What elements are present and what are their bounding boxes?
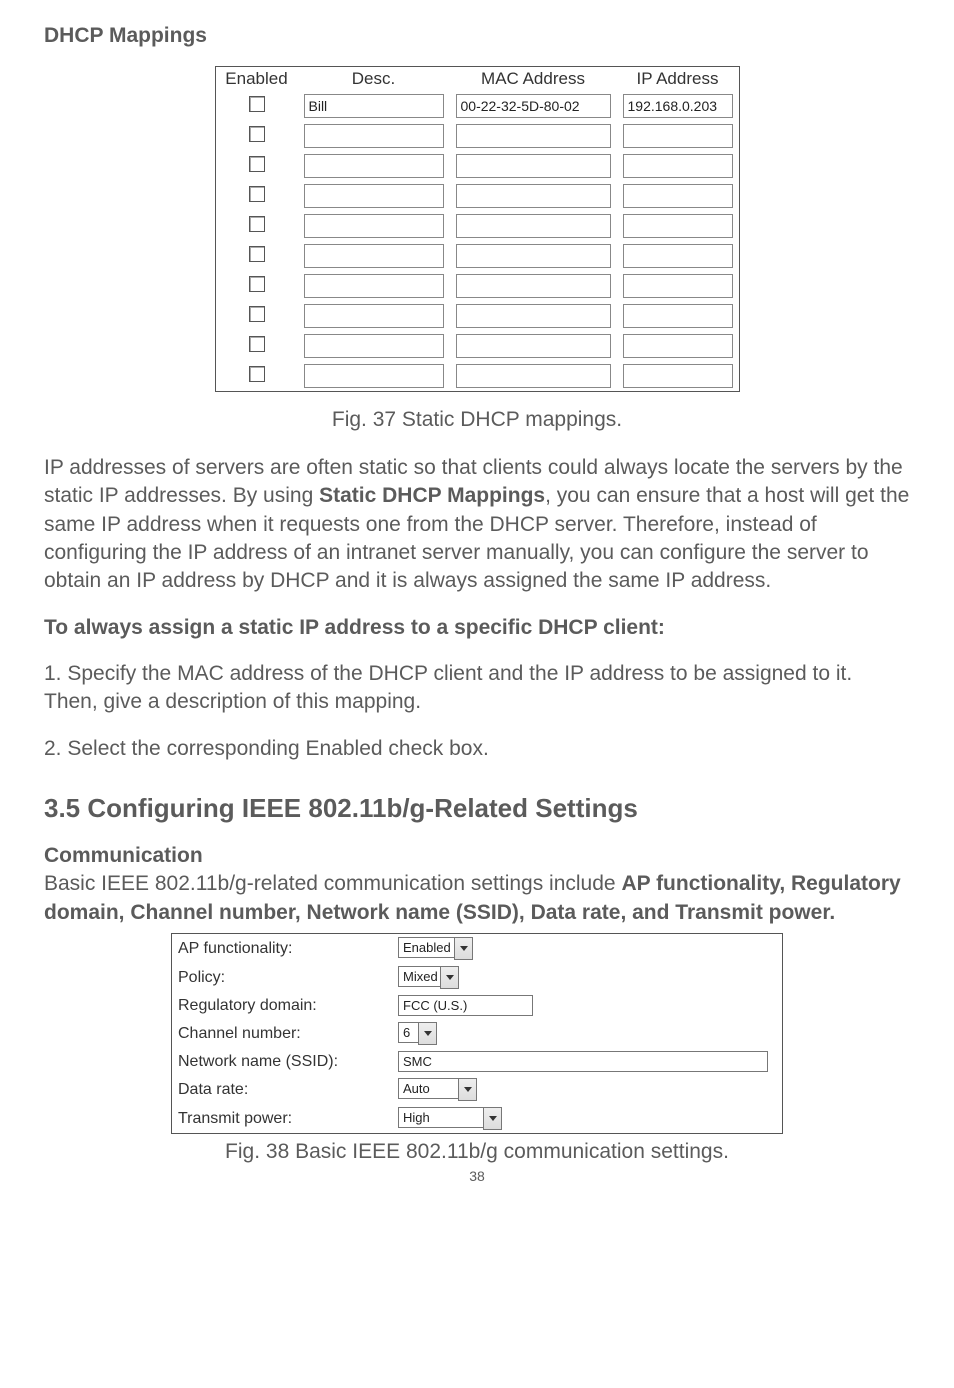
table-row <box>215 331 739 361</box>
chevron-down-icon <box>440 966 459 989</box>
step-1: 1. Specify the MAC address of the DHCP c… <box>44 660 910 717</box>
heading-dhcp-mappings: DHCP Mappings <box>44 24 910 48</box>
col-ip: IP Address <box>617 67 740 92</box>
label-regulatory-domain: Regulatory domain: <box>178 997 398 1015</box>
select-value: Mixed <box>398 966 440 987</box>
input-desc[interactable]: Bill <box>304 94 444 118</box>
col-mac: MAC Address <box>450 67 617 92</box>
page-number: 38 <box>44 1168 910 1184</box>
select-value: Enabled <box>398 937 454 958</box>
input-desc[interactable] <box>304 364 444 388</box>
input-mac-address[interactable] <box>456 244 611 268</box>
col-enabled: Enabled <box>215 67 298 92</box>
input-ip-address[interactable]: 192.168.0.203 <box>623 94 733 118</box>
input-ip-address[interactable] <box>623 244 733 268</box>
label-ap-functionality: AP functionality: <box>178 940 398 958</box>
input-ip-address[interactable] <box>623 154 733 178</box>
input-mac-address[interactable] <box>456 184 611 208</box>
communication-settings-panel: AP functionality: Enabled Policy: Mixed … <box>171 933 783 1134</box>
input-ip-address[interactable] <box>623 274 733 298</box>
figure-37-caption: Fig. 37 Static DHCP mappings. <box>44 408 910 432</box>
step-2: 2. Select the corresponding Enabled chec… <box>44 735 910 763</box>
input-mac-address[interactable] <box>456 214 611 238</box>
enabled-checkbox[interactable] <box>249 306 265 322</box>
table-row <box>215 151 739 181</box>
input-desc[interactable] <box>304 214 444 238</box>
select-ap-functionality[interactable]: Enabled <box>398 937 473 960</box>
enabled-checkbox[interactable] <box>249 96 265 112</box>
enabled-checkbox[interactable] <box>249 366 265 382</box>
text: Basic IEEE 802.11b/g-related communicati… <box>44 872 621 895</box>
heading-communication: Communication <box>44 844 203 867</box>
heading-assign-static: To always assign a static IP address to … <box>44 614 910 642</box>
input-ssid[interactable]: SMC <box>398 1051 768 1072</box>
paragraph-communication: Communication Basic IEEE 802.11b/g-relat… <box>44 842 910 927</box>
enabled-checkbox[interactable] <box>249 336 265 352</box>
select-value: High <box>398 1107 483 1128</box>
table-row <box>215 211 739 241</box>
input-ip-address[interactable] <box>623 124 733 148</box>
input-ip-address[interactable] <box>623 184 733 208</box>
table-row <box>215 241 739 271</box>
heading-configuring-ieee: 3.5 Configuring IEEE 802.11b/g-Related S… <box>44 793 910 824</box>
label-policy: Policy: <box>178 969 398 987</box>
label-network-name-ssid: Network name (SSID): <box>178 1053 398 1071</box>
input-desc[interactable] <box>304 244 444 268</box>
input-ip-address[interactable] <box>623 364 733 388</box>
enabled-checkbox[interactable] <box>249 216 265 232</box>
input-desc[interactable] <box>304 274 444 298</box>
table-row <box>215 271 739 301</box>
input-mac-address[interactable] <box>456 154 611 178</box>
table-row <box>215 121 739 151</box>
chevron-down-icon <box>454 937 473 960</box>
enabled-checkbox[interactable] <box>249 186 265 202</box>
input-desc[interactable] <box>304 334 444 358</box>
enabled-checkbox[interactable] <box>249 126 265 142</box>
input-regulatory-domain[interactable]: FCC (U.S.) <box>398 995 533 1016</box>
col-desc: Desc. <box>298 67 450 92</box>
input-desc[interactable] <box>304 154 444 178</box>
input-mac-address[interactable] <box>456 304 611 328</box>
select-value: Auto <box>398 1078 458 1099</box>
input-ip-address[interactable] <box>623 304 733 328</box>
select-data-rate[interactable]: Auto <box>398 1078 477 1101</box>
input-ip-address[interactable] <box>623 334 733 358</box>
input-mac-address[interactable] <box>456 334 611 358</box>
input-mac-address[interactable] <box>456 274 611 298</box>
input-desc[interactable] <box>304 184 444 208</box>
chevron-down-icon <box>418 1022 437 1045</box>
select-transmit-power[interactable]: High <box>398 1107 502 1130</box>
label-data-rate: Data rate: <box>178 1081 398 1099</box>
table-row <box>215 181 739 211</box>
dhcp-mappings-table: Enabled Desc. MAC Address IP Address Bil… <box>215 66 740 392</box>
enabled-checkbox[interactable] <box>249 276 265 292</box>
text-bold: Static DHCP Mappings <box>319 484 545 507</box>
table-row: Bill 00-22-32-5D-80-02 192.168.0.203 <box>215 91 739 121</box>
chevron-down-icon <box>458 1078 477 1101</box>
chevron-down-icon <box>483 1107 502 1130</box>
input-mac-address[interactable] <box>456 124 611 148</box>
paragraph-static-dhcp: IP addresses of servers are often static… <box>44 454 910 596</box>
label-channel-number: Channel number: <box>178 1025 398 1043</box>
figure-38-caption: Fig. 38 Basic IEEE 802.11b/g communicati… <box>44 1140 910 1164</box>
select-value: 6 <box>398 1022 418 1043</box>
table-row <box>215 361 739 392</box>
input-desc[interactable] <box>304 124 444 148</box>
input-mac-address[interactable]: 00-22-32-5D-80-02 <box>456 94 611 118</box>
input-desc[interactable] <box>304 304 444 328</box>
input-mac-address[interactable] <box>456 364 611 388</box>
enabled-checkbox[interactable] <box>249 246 265 262</box>
enabled-checkbox[interactable] <box>249 156 265 172</box>
input-ip-address[interactable] <box>623 214 733 238</box>
table-row <box>215 301 739 331</box>
select-policy[interactable]: Mixed <box>398 966 459 989</box>
label-transmit-power: Transmit power: <box>178 1110 398 1128</box>
select-channel-number[interactable]: 6 <box>398 1022 437 1045</box>
